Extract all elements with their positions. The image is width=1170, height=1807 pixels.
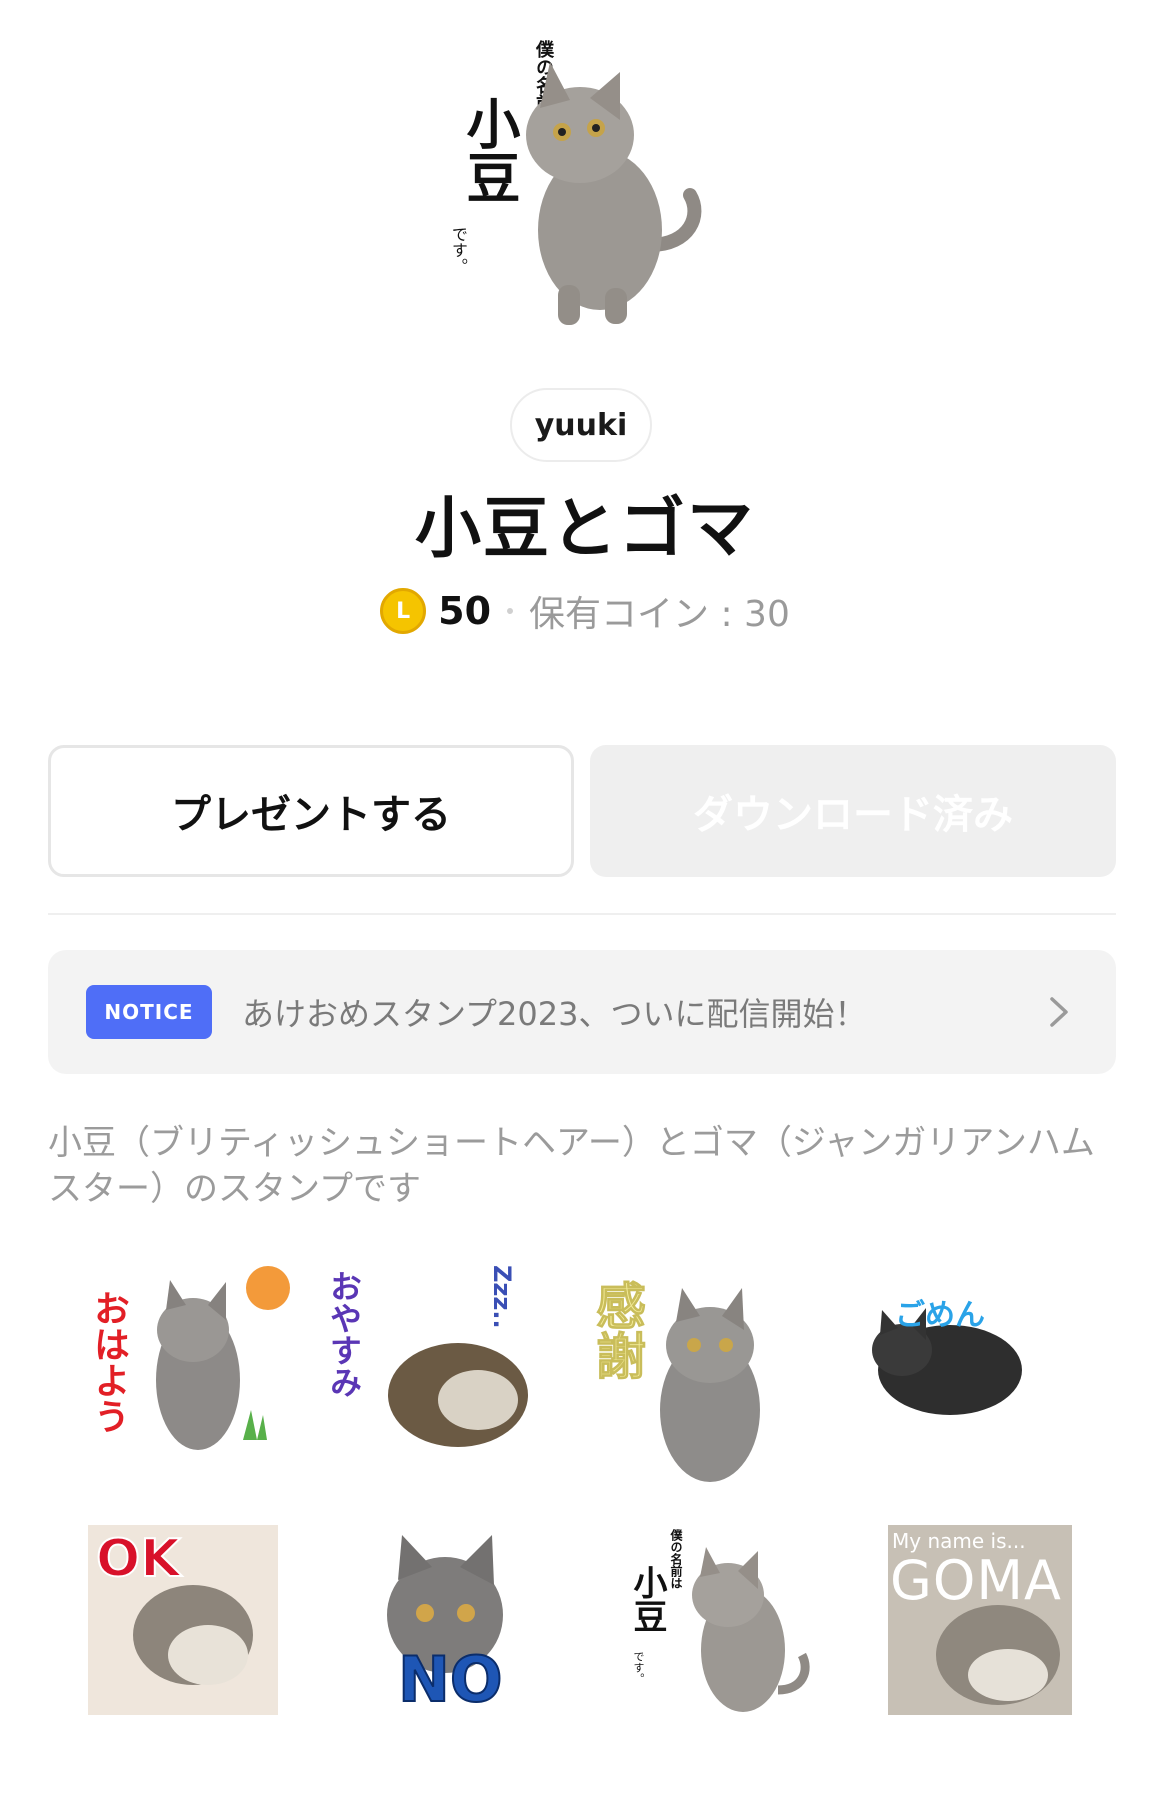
coins-held-label: 保有コイン : 30 [529, 594, 790, 635]
sticker-caption: 感謝 [588, 1280, 647, 1381]
sticker-caption: NO [397, 1642, 504, 1717]
price-amount: 50 [438, 589, 492, 633]
sticker-caption: GOMA [890, 1549, 1062, 1612]
sticker-suffix: です。 [632, 1651, 645, 1684]
present-button[interactable]: プレゼントする [48, 745, 574, 877]
hero-sticker-image: 僕の名前は 小豆 です。 [440, 30, 740, 340]
sticker-item[interactable]: OK [88, 1525, 328, 1765]
sticker-item[interactable]: ごめん [840, 1250, 1080, 1490]
sticker-caption: 小豆 [627, 1565, 667, 1633]
cat-illustration [526, 62, 702, 325]
notice-text: あけおめスタンプ2023、ついに配信開始！ [242, 995, 867, 1033]
notice-badge: NOTICE [86, 985, 212, 1039]
sticker-gomen-image [872, 1308, 1022, 1415]
author-name-link[interactable]: yuuki [510, 388, 652, 462]
notice-banner[interactable]: NOTICE あけおめスタンプ2023、ついに配信開始！ [48, 950, 1116, 1074]
downloaded-button[interactable]: ダウンロード済み [590, 745, 1116, 877]
sticker-item[interactable]: 感謝 [580, 1250, 820, 1490]
sticker-set-title: 小豆とゴマ [415, 490, 755, 567]
sticker-set-description: 小豆（ブリティッシュショートヘアー）とゴマ（ジャンガリアンハムスター）のスタンプ… [48, 1123, 1095, 1209]
sticker-item[interactable]: 僕の名前は 小豆 です。 [627, 1525, 868, 1765]
sticker-caption: OK [95, 1528, 181, 1590]
divider [48, 913, 1116, 915]
sticker-item[interactable]: NO [370, 1525, 610, 1765]
sticker-caption: おやすみ [325, 1270, 363, 1398]
sticker-item[interactable]: My name is... GOMA [888, 1525, 1128, 1765]
separator-dot [507, 608, 514, 614]
sticker-caption: おはよう [88, 1290, 129, 1434]
sticker-vertical-text: 僕の名前は [669, 1529, 683, 1589]
sticker-caption: ごめん [895, 1298, 985, 1333]
sticker-item[interactable]: おやすみ Zzz.. [318, 1250, 558, 1490]
sticker-grid: おはよう おやすみ Zzz.. 感謝 ごめん OK NO 僕の名前は 小豆 です… [48, 1250, 1120, 1770]
sticker-caption-extra: Zzz.. [488, 1265, 516, 1329]
chevron-right-icon [1050, 997, 1068, 1027]
line-coin-icon: L [380, 588, 427, 634]
price-row: L 50 保有コイン : 30 [0, 583, 1170, 639]
sticker-item[interactable]: おはよう [78, 1250, 318, 1490]
